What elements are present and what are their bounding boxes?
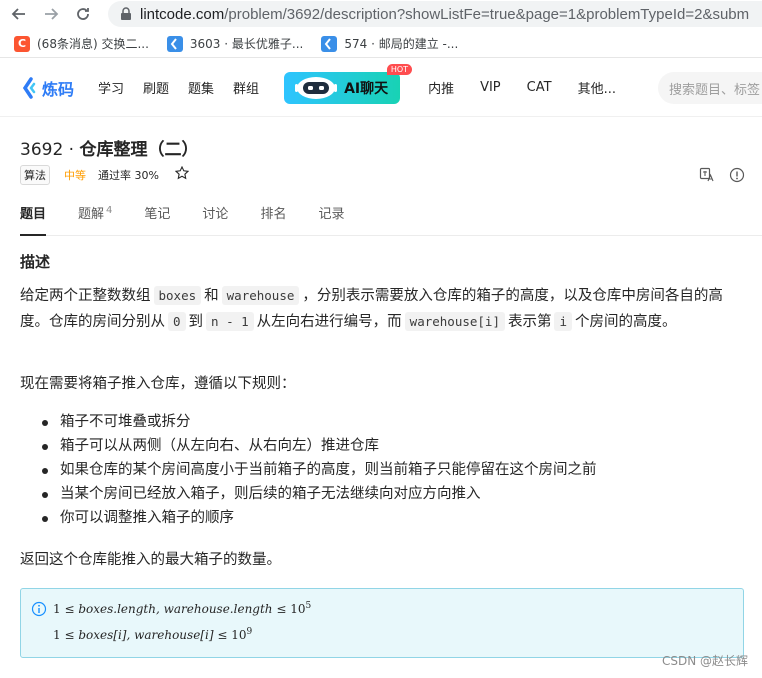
inline-code: warehouse — [221, 286, 300, 305]
problem-tabs: 题目 题解 4 笔记 讨论 排名 记录 — [20, 196, 762, 236]
tab-notes[interactable]: 笔记 — [144, 196, 170, 235]
logo-text: 炼码 — [42, 79, 75, 99]
pass-rate: 通过率 30% — [98, 169, 159, 182]
rules-intro: 现在需要将箱子推入仓库，遵循以下规则： — [20, 376, 296, 392]
hot-badge: HOT — [386, 63, 413, 75]
bookmark-item[interactable]: C (68条消息) 交换二... — [14, 35, 149, 52]
lock-icon — [121, 7, 131, 20]
nav-learn[interactable]: 学习 — [98, 78, 124, 97]
tab-description[interactable]: 题目 — [20, 196, 47, 236]
address-bar[interactable]: lintcode.com/problem/3692/description?sh… — [108, 1, 762, 27]
lintcode-logo-icon — [321, 35, 338, 52]
tab-discussion[interactable]: 讨论 — [202, 196, 228, 235]
inline-code: boxes — [153, 286, 202, 305]
reload-icon[interactable] — [72, 3, 94, 25]
report-icon[interactable] — [729, 167, 745, 183]
robot-icon — [295, 76, 338, 99]
list-item: 箱子可以从两侧（从左向右、从右向左）推进仓库 — [40, 434, 740, 458]
tab-records[interactable]: 记录 — [318, 196, 344, 235]
problem-name: 仓库整理（二） — [79, 140, 199, 160]
list-item: 当某个房间已经放入箱子，则后续的箱子无法继续向对应方向推入 — [40, 482, 740, 506]
category-tag[interactable]: 算法 — [20, 165, 50, 185]
forward-arrow-icon[interactable] — [40, 3, 62, 25]
tab-solutions[interactable]: 题解 4 — [78, 196, 112, 235]
inline-code: n - 1 — [206, 312, 254, 331]
nav-problem-sets[interactable]: 题集 — [188, 78, 214, 97]
description-paragraph: 给定两个正整数数组 boxes 和 warehouse ，分别表示需要放入仓库的箱子的高… — [20, 286, 723, 331]
nav-groups[interactable]: 群组 — [233, 78, 259, 97]
page-title: 3692 · 仓库整理（二） — [20, 135, 198, 160]
bookmark-label: 3603 · 最长优雅子... — [189, 37, 304, 51]
bookmark-item[interactable]: 574 · 邮局的建立 -... — [321, 35, 458, 52]
site-logo[interactable]: 炼码 — [22, 76, 82, 100]
nav-referral[interactable]: 内推 — [428, 78, 454, 97]
url-host: lintcode.com — [140, 5, 225, 23]
return-statement: 返回这个仓库能推入的最大箱子的数量。 — [20, 552, 281, 568]
nav-cat[interactable]: CAT — [527, 80, 552, 95]
constraint-line: 1 ≤ boxes.length, warehouse.length ≤ 105 — [53, 601, 312, 616]
inline-code: 0 — [168, 312, 186, 331]
back-arrow-icon[interactable] — [8, 3, 30, 25]
bookmark-label: (68条消息) 交换二... — [37, 37, 149, 51]
lintcode-logo-icon — [166, 35, 183, 52]
browser-toolbar: lintcode.com/problem/3692/description?sh… — [0, 0, 762, 28]
translate-icon[interactable] — [699, 167, 715, 183]
nav-practice[interactable]: 刷题 — [143, 78, 169, 97]
list-item: 箱子不可堆叠或拆分 — [40, 410, 740, 434]
watermark: CSDN @赵长辉 — [661, 654, 748, 668]
bookmark-item[interactable]: 3603 · 最长优雅子... — [166, 35, 304, 52]
list-item: 如果仓库的某个房间高度小于当前箱子的高度，则当前箱子只能停留在这个房间之前 — [40, 458, 740, 482]
star-icon[interactable] — [174, 165, 190, 184]
solution-count: 4 — [106, 204, 113, 216]
bookmarks-bar: C (68条消息) 交换二... 3603 · 最长优雅子... 574 · 邮… — [0, 30, 762, 58]
ai-chat-button[interactable]: AI聊天 HOT — [284, 63, 413, 104]
tab-ranking[interactable]: 排名 — [260, 196, 286, 235]
info-icon — [31, 601, 47, 617]
csdn-logo-icon: C — [14, 35, 30, 52]
problem-number: 3692 · — [20, 140, 80, 160]
rules-list: 箱子不可堆叠或拆分 箱子可以从两侧（从左向右、从右向左）推进仓库 如果仓库的某个… — [40, 410, 740, 530]
list-item: 你可以调整推入箱子的顺序 — [40, 506, 740, 530]
constraints-box: 1 ≤ boxes.length, warehouse.length ≤ 105… — [20, 588, 744, 658]
problem-meta: 算法 中等 通过率 30% — [20, 165, 190, 185]
bookmark-label: 574 · 邮局的建立 -... — [344, 37, 459, 51]
nav-vip[interactable]: VIP — [480, 80, 501, 95]
inline-code: warehouse[i] — [404, 312, 505, 331]
search-input[interactable]: 搜索题目、标签 — [658, 72, 762, 104]
lintcode-logo-icon — [22, 76, 36, 99]
constraint-line: 1 ≤ boxes[i], warehouse[i] ≤ 109 — [53, 627, 253, 642]
description-heading: 描述 — [20, 253, 51, 271]
url-path: /problem/3692/description?showListFe=tru… — [224, 5, 750, 23]
inline-code: i — [554, 312, 573, 331]
site-header: 炼码 学习 刷题 题集 群组 AI聊天 HOT 内推 VIP CAT 其他...… — [0, 59, 762, 117]
ai-chat-label: AI聊天 — [344, 80, 389, 97]
nav-more[interactable]: 其他... — [578, 78, 616, 97]
difficulty-badge: 中等 — [64, 169, 86, 182]
